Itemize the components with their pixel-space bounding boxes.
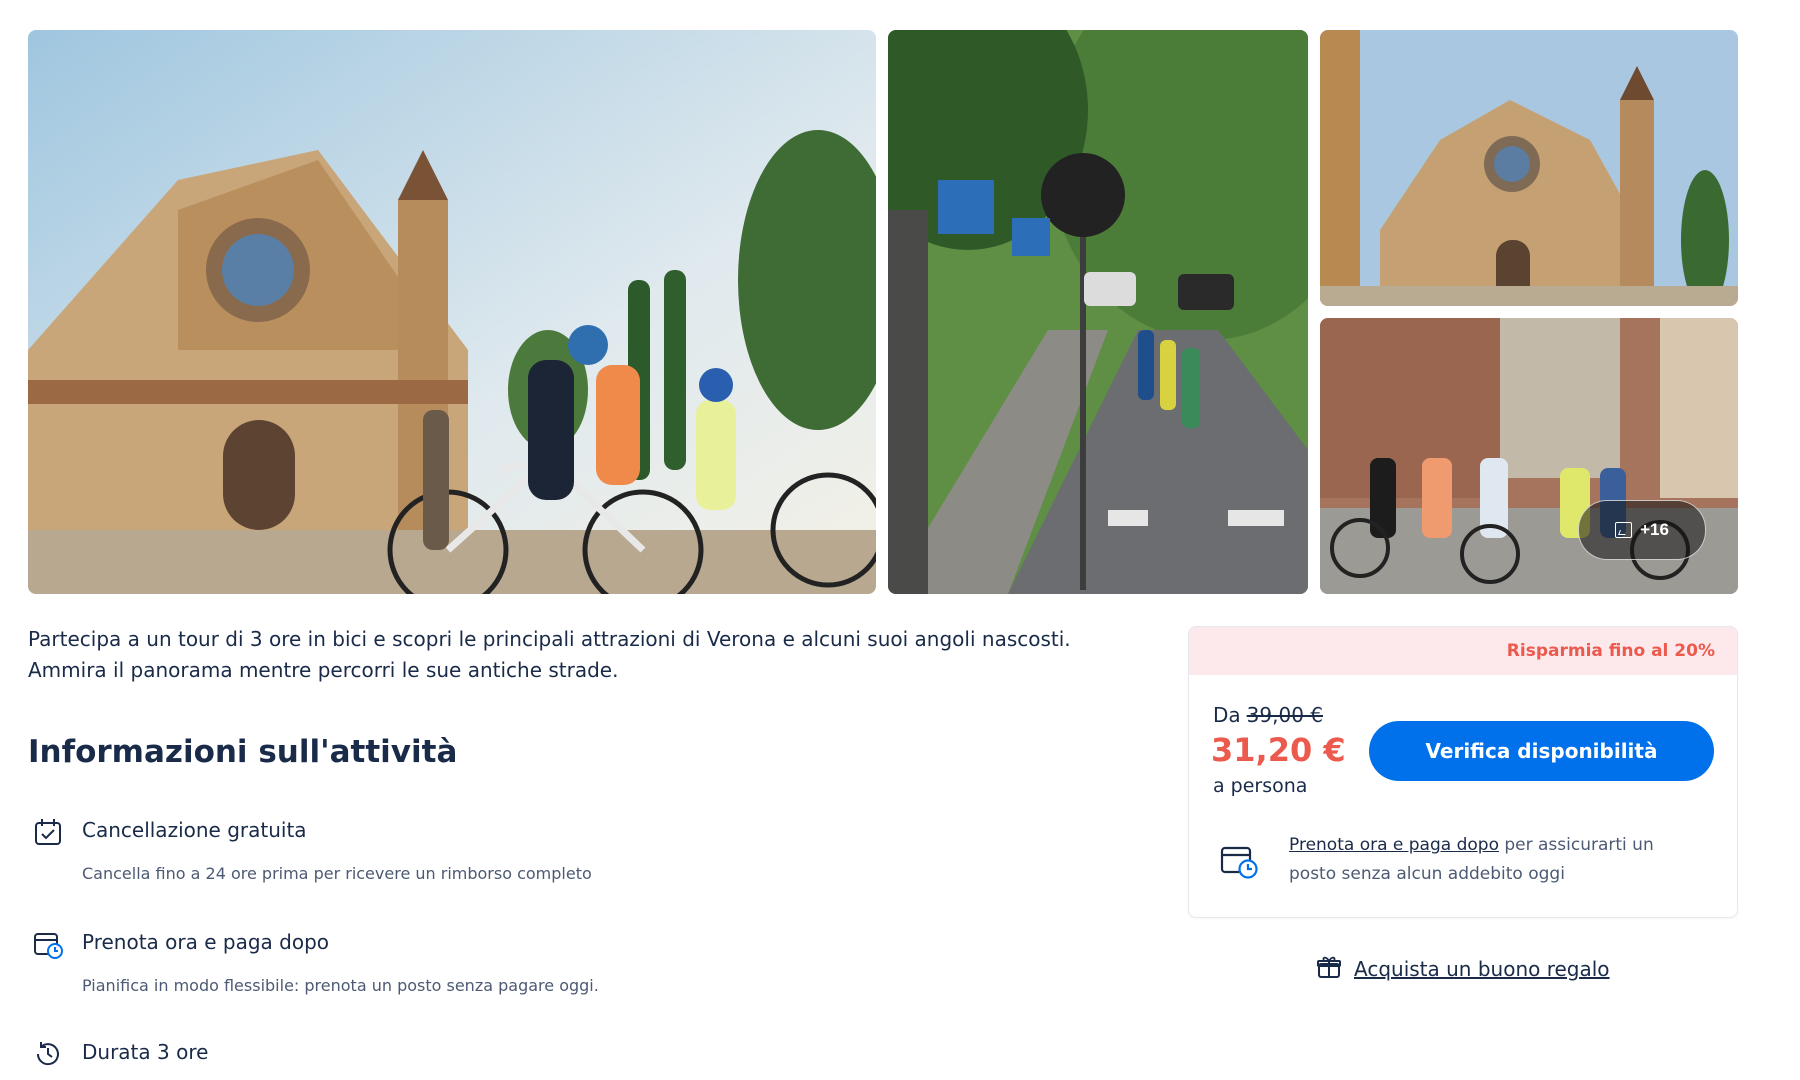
feature-duration: Durata 3 ore — [28, 1038, 728, 1078]
gift-voucher[interactable]: Acquista un buono regalo — [1316, 954, 1610, 984]
more-photos-count: +16 — [1640, 520, 1669, 539]
calendar-clock-icon — [1219, 841, 1259, 879]
feature-description: Cancella fino a 24 ore prima per ricever… — [82, 864, 592, 883]
more-photos-button[interactable]: +16 — [1578, 500, 1706, 560]
feature-book-now-pay-later: Prenota ora e paga dopo Pianifica in mod… — [28, 928, 728, 1008]
section-title: Informazioni sull'attività — [28, 734, 458, 770]
pay-later-link[interactable]: Prenota ora e paga dopo — [1289, 835, 1499, 855]
calendar-check-icon — [32, 816, 64, 848]
current-price: 31,20 € — [1211, 731, 1346, 769]
gallery-photo-main[interactable] — [28, 30, 876, 594]
feature-title: Prenota ora e paga dopo — [82, 930, 330, 954]
feature-title: Cancellazione gratuita — [82, 818, 307, 842]
price-unit: a persona — [1213, 775, 1308, 797]
feature-free-cancellation: Cancellazione gratuita Cancella fino a 2… — [28, 816, 728, 896]
booking-card: Risparmia fino al 20% Da 39,00 € 31,20 € … — [1188, 626, 1738, 918]
gallery-photo-church[interactable] — [1320, 30, 1738, 306]
gift-voucher-link[interactable]: Acquista un buono regalo — [1354, 957, 1610, 981]
gift-icon — [1316, 954, 1342, 984]
activity-description: Partecipa a un tour di 3 ore in bici e s… — [28, 627, 1071, 682]
pay-later-info: Prenota ora e paga dopo per assicurarti … — [1289, 831, 1689, 889]
feature-title: Durata 3 ore — [82, 1040, 209, 1064]
price-from: Da 39,00 € — [1213, 703, 1323, 727]
image-icon — [1615, 522, 1633, 538]
calendar-clock-icon — [32, 928, 64, 960]
feature-description: Pianifica in modo flessibile: prenota un… — [82, 976, 599, 995]
discount-banner: Risparmia fino al 20% — [1189, 627, 1737, 675]
check-availability-button[interactable]: Verifica disponibilità — [1369, 721, 1714, 781]
gallery-photo-group[interactable]: +16 — [1320, 318, 1738, 594]
gallery-photo-road[interactable] — [888, 30, 1308, 594]
discount-label: Risparmia fino al 20% — [1506, 641, 1715, 661]
from-label: Da — [1213, 703, 1241, 727]
old-price: 39,00 € — [1246, 703, 1323, 727]
history-clock-icon — [32, 1038, 64, 1070]
